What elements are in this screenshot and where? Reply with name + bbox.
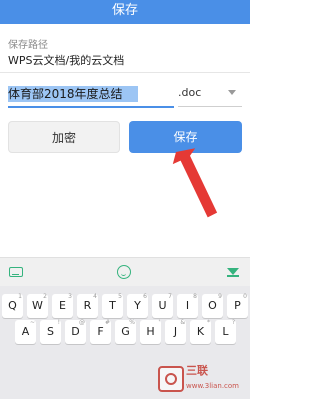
- key-s[interactable]: S!: [40, 319, 61, 344]
- dialog-title: 保存: [111, 3, 138, 18]
- key-hint: *: [207, 319, 210, 326]
- save-dialog: 保存 保存路径 WPS云文档/我的云文档 体育部2018年度总结 .doc 加密…: [0, 0, 250, 399]
- key-hint: ': [158, 319, 160, 326]
- extension-select[interactable]: .doc: [178, 84, 242, 106]
- key-f[interactable]: F #: [90, 319, 111, 344]
- key-hint: 5: [118, 293, 122, 300]
- key-t[interactable]: T5: [102, 293, 123, 318]
- key-hint: ?: [231, 319, 235, 326]
- save-path-label: 保存路径: [8, 40, 48, 51]
- key-r[interactable]: R4: [77, 293, 98, 318]
- extension-value: .doc: [178, 86, 202, 99]
- key-w[interactable]: W2: [27, 293, 48, 318]
- key-hint: 1: [18, 293, 22, 300]
- filename-field-underline: [8, 106, 174, 108]
- key-hint: 6: [143, 293, 147, 300]
- key-label: I: [185, 299, 190, 312]
- key-label: F: [97, 325, 104, 338]
- key-y[interactable]: Y6: [127, 293, 148, 318]
- key-label: L: [222, 325, 229, 338]
- key-i[interactable]: I8: [177, 293, 198, 318]
- key-label: T: [109, 299, 116, 312]
- encrypt-button[interactable]: 加密: [8, 121, 120, 153]
- keyboard-icon[interactable]: [9, 267, 23, 277]
- key-j[interactable]: J &: [165, 319, 186, 344]
- key-label: P: [234, 299, 241, 312]
- key-hint: 8: [193, 293, 197, 300]
- emoji-icon[interactable]: [117, 265, 131, 279]
- key-label: K: [196, 325, 205, 338]
- key-k[interactable]: K *: [190, 319, 211, 344]
- key-hint: &: [180, 319, 185, 326]
- key-label: E: [59, 299, 66, 312]
- key-hint: 2: [43, 293, 47, 300]
- key-label: Y: [134, 299, 141, 312]
- key-hint: 3: [68, 293, 72, 300]
- key-d[interactable]: D @: [65, 319, 86, 344]
- key-hint: 4: [93, 293, 97, 300]
- key-hint: @: [79, 319, 85, 326]
- filename-field[interactable]: 体育部2018年度总结: [8, 85, 123, 102]
- save-path-value[interactable]: WPS云文档/我的云文档: [8, 52, 124, 68]
- key-hint: #: [104, 319, 110, 326]
- key-label: R: [83, 299, 92, 312]
- save-button[interactable]: 保存: [129, 121, 242, 153]
- keyboard-collapse-icon[interactable]: [227, 268, 239, 277]
- key-a[interactable]: A ~: [15, 319, 36, 344]
- key-label: H: [146, 325, 155, 338]
- key-hint: 9: [218, 293, 222, 300]
- key-label: Q: [8, 299, 17, 312]
- keyboard-toolbar: [0, 257, 250, 286]
- watermark-logo: 三联 www.3lian.com: [158, 362, 248, 397]
- key-label: U: [158, 299, 167, 312]
- red-arrow-icon: [172, 148, 218, 218]
- extension-underline: [178, 106, 242, 107]
- title-bar: 保存: [0, 0, 250, 24]
- key-label: J: [173, 325, 178, 338]
- key-u[interactable]: U7: [152, 293, 173, 318]
- watermark-text: 三联: [186, 364, 208, 377]
- key-label: W: [32, 299, 43, 312]
- key-label: S: [47, 325, 54, 338]
- key-h[interactable]: H ': [140, 319, 161, 344]
- key-g[interactable]: G%: [115, 319, 136, 344]
- divider: [0, 72, 250, 73]
- chevron-down-icon: [228, 90, 236, 95]
- key-hint: 7: [168, 293, 172, 300]
- key-hint: !: [57, 319, 60, 326]
- key-label: A: [21, 325, 30, 338]
- watermark-icon: [158, 366, 184, 392]
- key-l[interactable]: L?: [215, 319, 236, 344]
- key-e[interactable]: E3: [52, 293, 73, 318]
- key-hint: 0: [243, 293, 247, 300]
- key-hint: %: [129, 319, 135, 326]
- key-hint: ~: [29, 319, 35, 326]
- watermark-subtext: www.3lian.com: [186, 382, 240, 390]
- key-label: O: [208, 299, 217, 312]
- key-o[interactable]: O9: [202, 293, 223, 318]
- key-p[interactable]: P0: [227, 293, 248, 318]
- key-q[interactable]: Q1: [2, 293, 23, 318]
